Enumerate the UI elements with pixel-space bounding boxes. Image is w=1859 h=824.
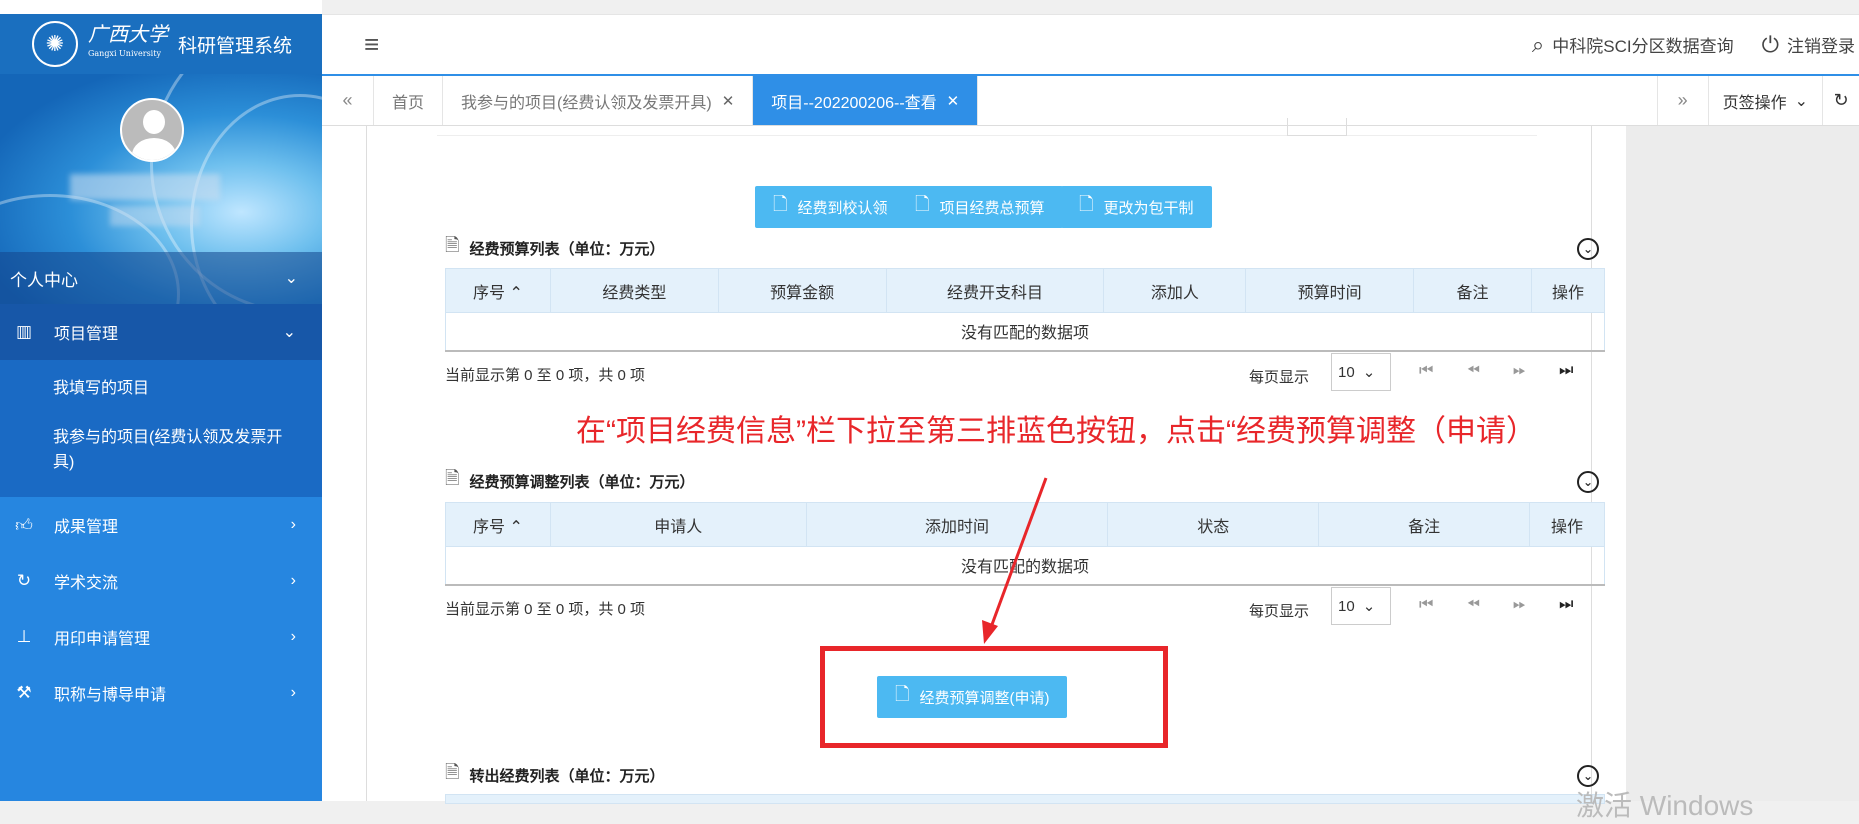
windows-activation-watermark: 激活 Windows xyxy=(1576,790,1754,821)
highlight-box xyxy=(820,646,1168,748)
